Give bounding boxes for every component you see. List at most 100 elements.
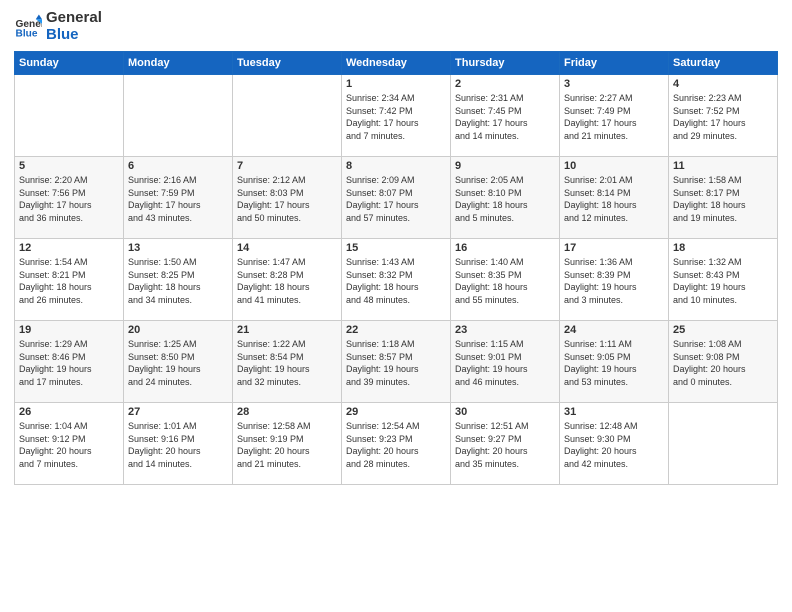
day-cell: 5 Sunrise: 2:20 AM Sunset: 7:56 PM Daylig…	[15, 157, 124, 239]
day-cell	[15, 75, 124, 157]
day-cell: 1 Sunrise: 2:34 AM Sunset: 7:42 PM Daylig…	[342, 75, 451, 157]
day-cell: 11 Sunrise: 1:58 AM Sunset: 8:17 PM Dayli…	[669, 157, 778, 239]
day-header-monday: Monday	[124, 52, 233, 75]
days-header-row: SundayMondayTuesdayWednesdayThursdayFrid…	[15, 52, 778, 75]
day-cell: 14 Sunrise: 1:47 AM Sunset: 8:28 PM Dayli…	[233, 239, 342, 321]
day-info: Sunrise: 2:09 AM Sunset: 8:07 PM Dayligh…	[346, 174, 446, 224]
day-number: 31	[564, 406, 664, 418]
day-number: 3	[564, 78, 664, 90]
logo: General Blue General Blue	[14, 10, 102, 43]
week-row-5: 26 Sunrise: 1:04 AM Sunset: 9:12 PM Dayli…	[15, 403, 778, 485]
day-info: Sunrise: 2:05 AM Sunset: 8:10 PM Dayligh…	[455, 174, 555, 224]
day-header-wednesday: Wednesday	[342, 52, 451, 75]
day-cell: 15 Sunrise: 1:43 AM Sunset: 8:32 PM Dayli…	[342, 239, 451, 321]
day-info: Sunrise: 1:01 AM Sunset: 9:16 PM Dayligh…	[128, 420, 228, 470]
day-info: Sunrise: 1:15 AM Sunset: 9:01 PM Dayligh…	[455, 338, 555, 388]
day-cell: 25 Sunrise: 1:08 AM Sunset: 9:08 PM Dayli…	[669, 321, 778, 403]
day-info: Sunrise: 1:04 AM Sunset: 9:12 PM Dayligh…	[19, 420, 119, 470]
day-info: Sunrise: 2:23 AM Sunset: 7:52 PM Dayligh…	[673, 92, 773, 142]
day-number: 28	[237, 406, 337, 418]
day-info: Sunrise: 1:18 AM Sunset: 8:57 PM Dayligh…	[346, 338, 446, 388]
day-number: 15	[346, 242, 446, 254]
day-number: 17	[564, 242, 664, 254]
day-info: Sunrise: 12:54 AM Sunset: 9:23 PM Daylig…	[346, 420, 446, 470]
day-cell: 29 Sunrise: 12:54 AM Sunset: 9:23 PM Dayl…	[342, 403, 451, 485]
day-number: 6	[128, 160, 228, 172]
day-cell: 3Sunrise: 2:27 AM Sunset: 7:49 PM Daylig…	[560, 75, 669, 157]
day-cell: 27 Sunrise: 1:01 AM Sunset: 9:16 PM Dayli…	[124, 403, 233, 485]
day-cell: 4 Sunrise: 2:23 AM Sunset: 7:52 PM Daylig…	[669, 75, 778, 157]
day-header-saturday: Saturday	[669, 52, 778, 75]
day-number: 8	[346, 160, 446, 172]
day-number: 9	[455, 160, 555, 172]
day-info: Sunrise: 2:20 AM Sunset: 7:56 PM Dayligh…	[19, 174, 119, 224]
day-cell: 24 Sunrise: 1:11 AM Sunset: 9:05 PM Dayli…	[560, 321, 669, 403]
day-cell: 21 Sunrise: 1:22 AM Sunset: 8:54 PM Dayli…	[233, 321, 342, 403]
svg-text:Blue: Blue	[16, 28, 38, 39]
logo-blue: Blue	[46, 27, 102, 44]
day-info: Sunrise: 2:34 AM Sunset: 7:42 PM Dayligh…	[346, 92, 446, 142]
day-info: Sunrise: 2:01 AM Sunset: 8:14 PM Dayligh…	[564, 174, 664, 224]
day-number: 11	[673, 160, 773, 172]
day-number: 27	[128, 406, 228, 418]
day-number: 18	[673, 242, 773, 254]
day-cell: 26 Sunrise: 1:04 AM Sunset: 9:12 PM Dayli…	[15, 403, 124, 485]
day-number: 10	[564, 160, 664, 172]
day-number: 25	[673, 324, 773, 336]
day-number: 20	[128, 324, 228, 336]
day-info: Sunrise: 1:58 AM Sunset: 8:17 PM Dayligh…	[673, 174, 773, 224]
day-cell	[233, 75, 342, 157]
day-cell: 30Sunrise: 12:51 AM Sunset: 9:27 PM Dayl…	[451, 403, 560, 485]
day-header-sunday: Sunday	[15, 52, 124, 75]
day-number: 5	[19, 160, 119, 172]
day-info: Sunrise: 1:11 AM Sunset: 9:05 PM Dayligh…	[564, 338, 664, 388]
day-info: Sunrise: 1:08 AM Sunset: 9:08 PM Dayligh…	[673, 338, 773, 388]
day-cell: 18 Sunrise: 1:32 AM Sunset: 8:43 PM Dayli…	[669, 239, 778, 321]
day-cell	[669, 403, 778, 485]
day-info: Sunrise: 1:40 AM Sunset: 8:35 PM Dayligh…	[455, 256, 555, 306]
day-number: 2	[455, 78, 555, 90]
day-info: Sunrise: 1:22 AM Sunset: 8:54 PM Dayligh…	[237, 338, 337, 388]
day-info: Sunrise: 1:54 AM Sunset: 8:21 PM Dayligh…	[19, 256, 119, 306]
day-number: 22	[346, 324, 446, 336]
day-number: 24	[564, 324, 664, 336]
day-info: Sunrise: 2:31 AM Sunset: 7:45 PM Dayligh…	[455, 92, 555, 142]
day-cell: 28 Sunrise: 12:58 AM Sunset: 9:19 PM Dayl…	[233, 403, 342, 485]
day-number: 14	[237, 242, 337, 254]
day-info: Sunrise: 1:43 AM Sunset: 8:32 PM Dayligh…	[346, 256, 446, 306]
day-cell: 17 Sunrise: 1:36 AM Sunset: 8:39 PM Dayli…	[560, 239, 669, 321]
day-number: 21	[237, 324, 337, 336]
day-info: Sunrise: 12:58 AM Sunset: 9:19 PM Daylig…	[237, 420, 337, 470]
logo-icon: General Blue	[14, 13, 42, 41]
day-number: 29	[346, 406, 446, 418]
day-info: Sunrise: 2:12 AM Sunset: 8:03 PM Dayligh…	[237, 174, 337, 224]
day-cell: 10 Sunrise: 2:01 AM Sunset: 8:14 PM Dayli…	[560, 157, 669, 239]
header: General Blue General Blue	[14, 10, 778, 43]
logo-general: General	[46, 10, 102, 27]
week-row-4: 19Sunrise: 1:29 AM Sunset: 8:46 PM Dayli…	[15, 321, 778, 403]
day-number: 12	[19, 242, 119, 254]
day-number: 26	[19, 406, 119, 418]
day-cell: 12 Sunrise: 1:54 AM Sunset: 8:21 PM Dayli…	[15, 239, 124, 321]
day-cell: 20 Sunrise: 1:25 AM Sunset: 8:50 PM Dayli…	[124, 321, 233, 403]
week-row-2: 5 Sunrise: 2:20 AM Sunset: 7:56 PM Daylig…	[15, 157, 778, 239]
day-cell: 22 Sunrise: 1:18 AM Sunset: 8:57 PM Dayli…	[342, 321, 451, 403]
day-info: Sunrise: 1:25 AM Sunset: 8:50 PM Dayligh…	[128, 338, 228, 388]
day-cell: 16Sunrise: 1:40 AM Sunset: 8:35 PM Dayli…	[451, 239, 560, 321]
day-cell: 6Sunrise: 2:16 AM Sunset: 7:59 PM Daylig…	[124, 157, 233, 239]
day-cell: 8 Sunrise: 2:09 AM Sunset: 8:07 PM Daylig…	[342, 157, 451, 239]
day-info: Sunrise: 1:32 AM Sunset: 8:43 PM Dayligh…	[673, 256, 773, 306]
day-number: 23	[455, 324, 555, 336]
day-header-thursday: Thursday	[451, 52, 560, 75]
day-number: 13	[128, 242, 228, 254]
day-cell: 31Sunrise: 12:48 AM Sunset: 9:30 PM Dayl…	[560, 403, 669, 485]
calendar-table: SundayMondayTuesdayWednesdayThursdayFrid…	[14, 51, 778, 485]
calendar-page: General Blue General Blue SundayMondayTu…	[0, 0, 792, 612]
day-number: 1	[346, 78, 446, 90]
day-number: 4	[673, 78, 773, 90]
day-cell: 2 Sunrise: 2:31 AM Sunset: 7:45 PM Daylig…	[451, 75, 560, 157]
day-info: Sunrise: 1:29 AM Sunset: 8:46 PM Dayligh…	[19, 338, 119, 388]
day-info: Sunrise: 1:36 AM Sunset: 8:39 PM Dayligh…	[564, 256, 664, 306]
day-header-friday: Friday	[560, 52, 669, 75]
day-info: Sunrise: 1:47 AM Sunset: 8:28 PM Dayligh…	[237, 256, 337, 306]
